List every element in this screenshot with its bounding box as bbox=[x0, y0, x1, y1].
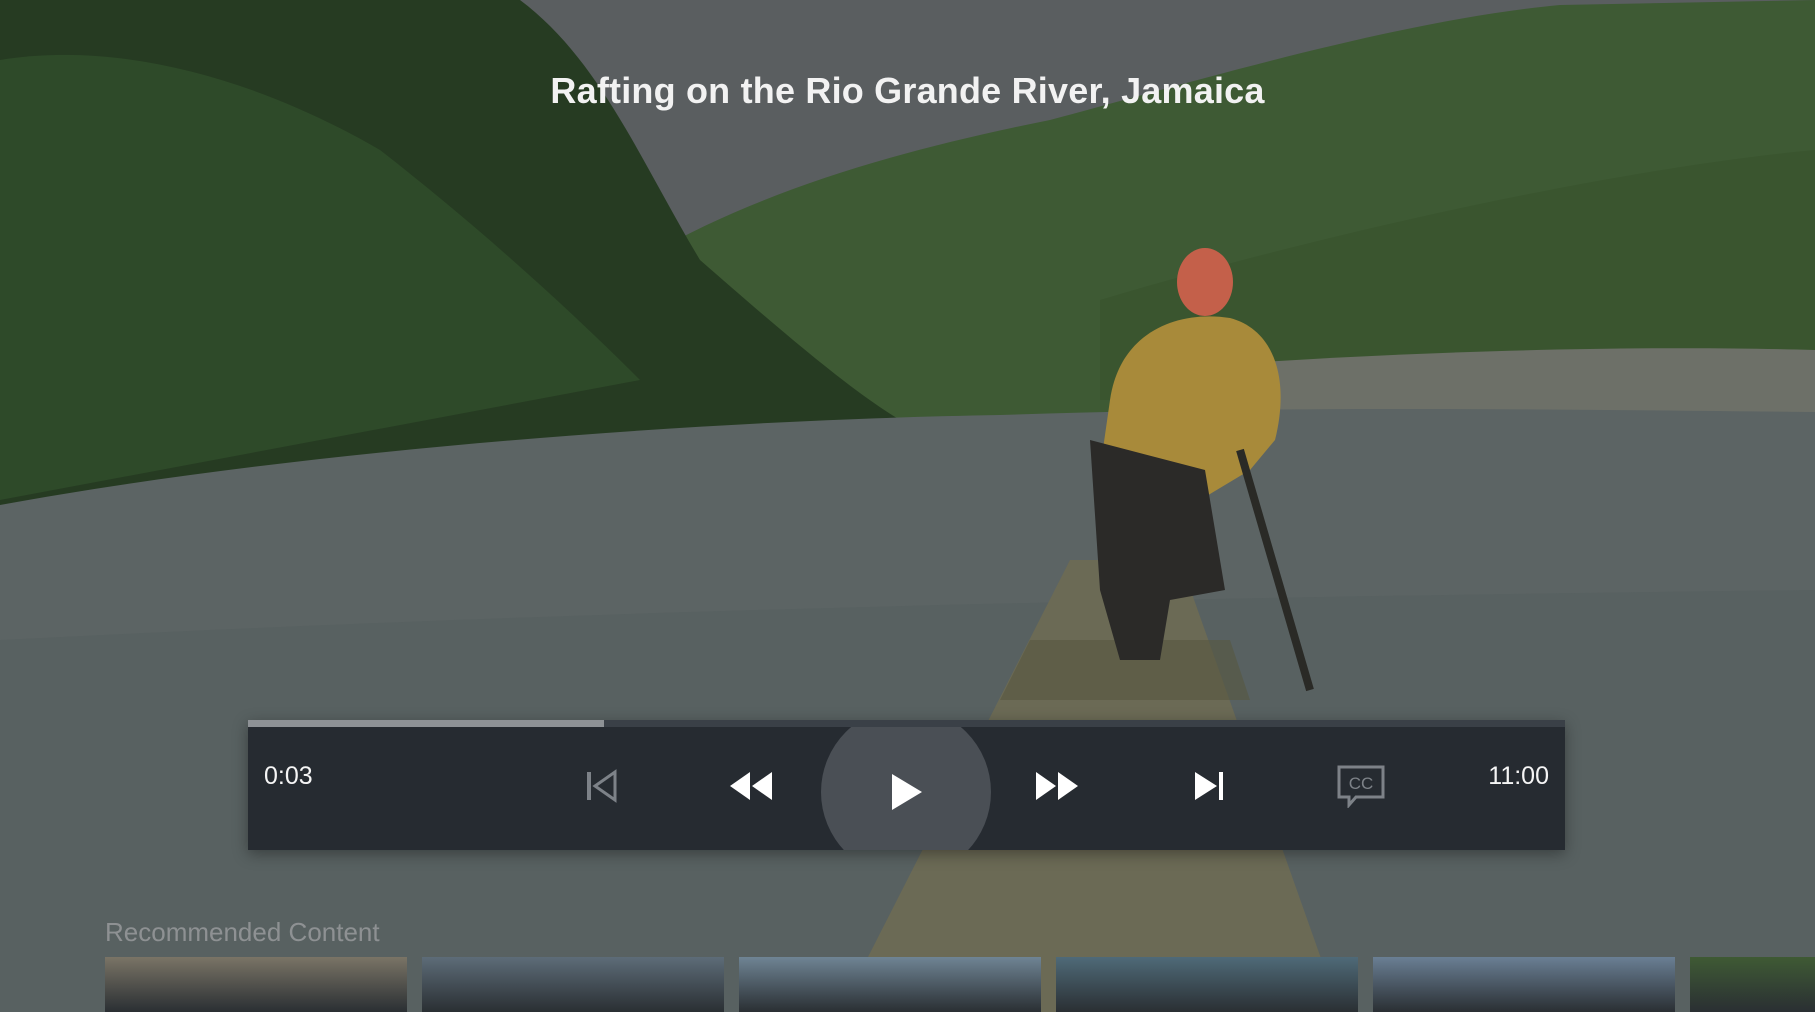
recommended-thumbnail[interactable] bbox=[1373, 957, 1675, 1012]
current-time: 0:03 bbox=[264, 762, 313, 790]
skip-previous-icon bbox=[587, 769, 617, 803]
skip-next-icon bbox=[1195, 772, 1223, 800]
rewind-button[interactable] bbox=[726, 763, 776, 809]
recommended-thumbnail[interactable] bbox=[739, 957, 1041, 1012]
play-button-wrap bbox=[821, 727, 991, 850]
video-frame[interactable]: Rafting on the Rio Grande River, Jamaica bbox=[0, 0, 1815, 1012]
video-scene bbox=[0, 0, 1815, 1012]
play-icon bbox=[892, 774, 922, 810]
fast-forward-button[interactable] bbox=[1032, 763, 1082, 809]
skip-previous-button[interactable] bbox=[578, 763, 624, 809]
recommended-thumbnail[interactable] bbox=[422, 957, 724, 1012]
rewind-icon bbox=[730, 772, 772, 800]
recommended-thumbnail[interactable] bbox=[1056, 957, 1358, 1012]
cc-icon: CC bbox=[1337, 765, 1385, 808]
recommended-thumbnail[interactable] bbox=[1690, 957, 1815, 1012]
play-button[interactable] bbox=[821, 727, 991, 850]
playback-controls: 0:03 11:00 CC bbox=[248, 720, 1565, 850]
progress-bar[interactable] bbox=[248, 720, 1565, 727]
recommended-thumbnail[interactable] bbox=[105, 957, 407, 1012]
svg-text:CC: CC bbox=[1349, 774, 1374, 793]
video-title: Rafting on the Rio Grande River, Jamaica bbox=[550, 70, 1265, 111]
skip-next-button[interactable] bbox=[1186, 763, 1232, 809]
fast-forward-icon bbox=[1036, 772, 1078, 800]
recommended-content-label: Recommended Content bbox=[105, 917, 380, 947]
closed-captions-button[interactable]: CC bbox=[1334, 763, 1388, 809]
duration-time: 11:00 bbox=[1488, 762, 1549, 790]
recommended-row bbox=[0, 957, 1815, 1012]
progress-bar-fill bbox=[248, 720, 604, 727]
